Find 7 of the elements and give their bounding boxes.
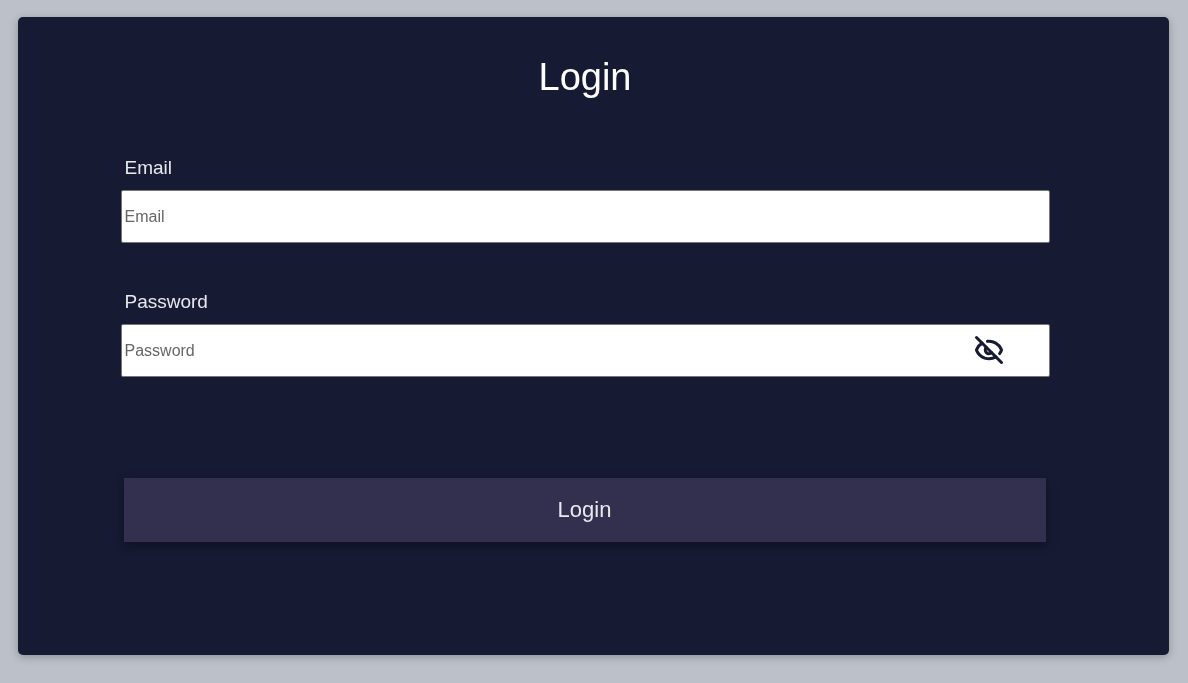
password-field[interactable]: Password [120,324,1050,377]
email-field[interactable]: Email [120,190,1050,243]
login-button[interactable]: Login [123,478,1046,542]
field-label: Email [124,157,172,179]
field-label: Password [124,291,208,313]
page-title: Login [538,55,632,99]
eye-off-icon[interactable] [973,335,1004,365]
